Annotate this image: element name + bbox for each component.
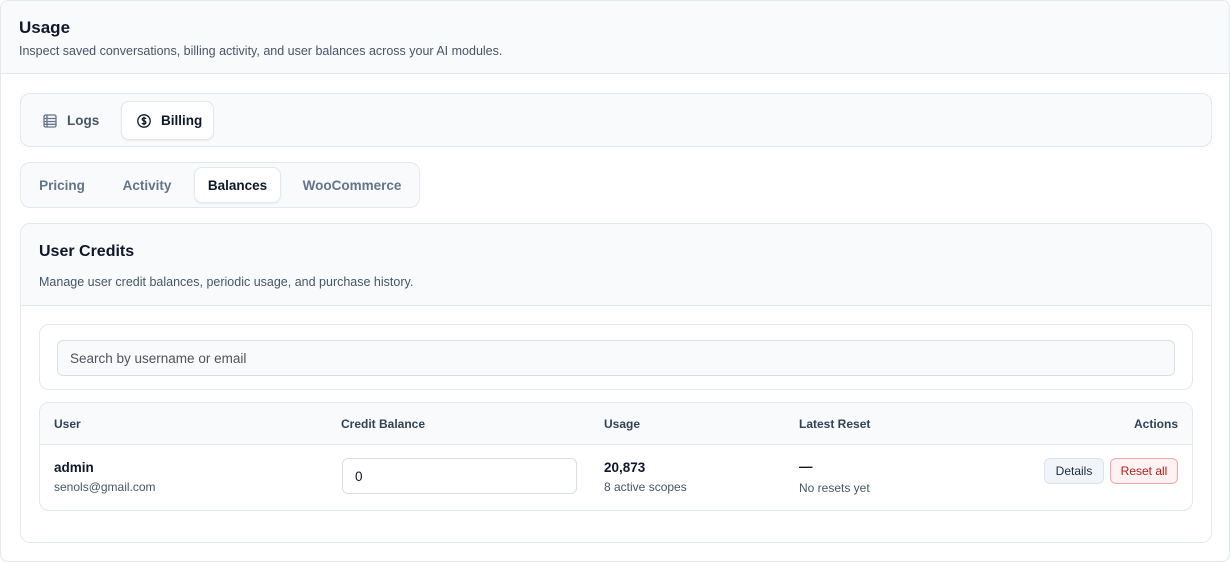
dollar-circle-icon [136, 113, 152, 129]
table-row: admin senols@gmail.com 20,873 8 active s… [40, 445, 1192, 510]
usage-panel: Usage Inspect saved conversations, billi… [0, 0, 1230, 562]
billing-sub-tabs: Pricing Activity Balances WooCommerce [20, 162, 420, 208]
reset-all-button[interactable]: Reset all [1110, 458, 1178, 484]
column-header-latest-reset: Latest Reset [799, 417, 871, 431]
search-panel [39, 324, 1193, 390]
module-tabs: Logs Billing [20, 93, 1212, 147]
column-header-user: User [54, 417, 81, 431]
column-header-actions: Actions [1133, 417, 1178, 431]
tab-billing[interactable]: Billing [121, 101, 214, 140]
details-button[interactable]: Details [1044, 458, 1104, 484]
tab-pricing[interactable]: Pricing [25, 167, 99, 203]
usage-scopes: 8 active scopes [604, 480, 687, 494]
user-credits-table: User Credit Balance Usage Latest Reset A… [39, 402, 1193, 511]
usage-value: 20,873 [604, 460, 646, 475]
page-header: Usage Inspect saved conversations, billi… [1, 1, 1229, 74]
latest-reset-value: — [799, 459, 813, 474]
search-input[interactable] [57, 340, 1175, 376]
tab-logs[interactable]: Logs [28, 101, 116, 140]
latest-reset-note: No resets yet [799, 481, 870, 495]
column-header-usage: Usage [604, 417, 641, 431]
page-subtitle: Inspect saved conversations, billing act… [19, 44, 503, 58]
column-header-credit-balance: Credit Balance [341, 417, 426, 431]
user-name: admin [54, 460, 94, 475]
table-list-icon [42, 113, 58, 129]
tab-balances[interactable]: Balances [194, 167, 281, 203]
card-header: User Credits Manage user credit balances… [21, 224, 1211, 306]
card-description: Manage user credit balances, periodic us… [39, 275, 414, 289]
tab-logs-label: Logs [67, 113, 100, 128]
tab-activity[interactable]: Activity [109, 167, 185, 203]
table-header: User Credit Balance Usage Latest Reset A… [40, 403, 1192, 445]
user-email: senols@gmail.com [54, 480, 156, 494]
credit-balance-input[interactable] [342, 458, 577, 494]
card-title: User Credits [39, 243, 135, 260]
tab-woocommerce[interactable]: WooCommerce [291, 167, 413, 203]
page-title: Usage [19, 18, 71, 37]
user-credits-card: User Credits Manage user credit balances… [20, 223, 1212, 543]
tab-billing-label: Billing [161, 113, 203, 128]
